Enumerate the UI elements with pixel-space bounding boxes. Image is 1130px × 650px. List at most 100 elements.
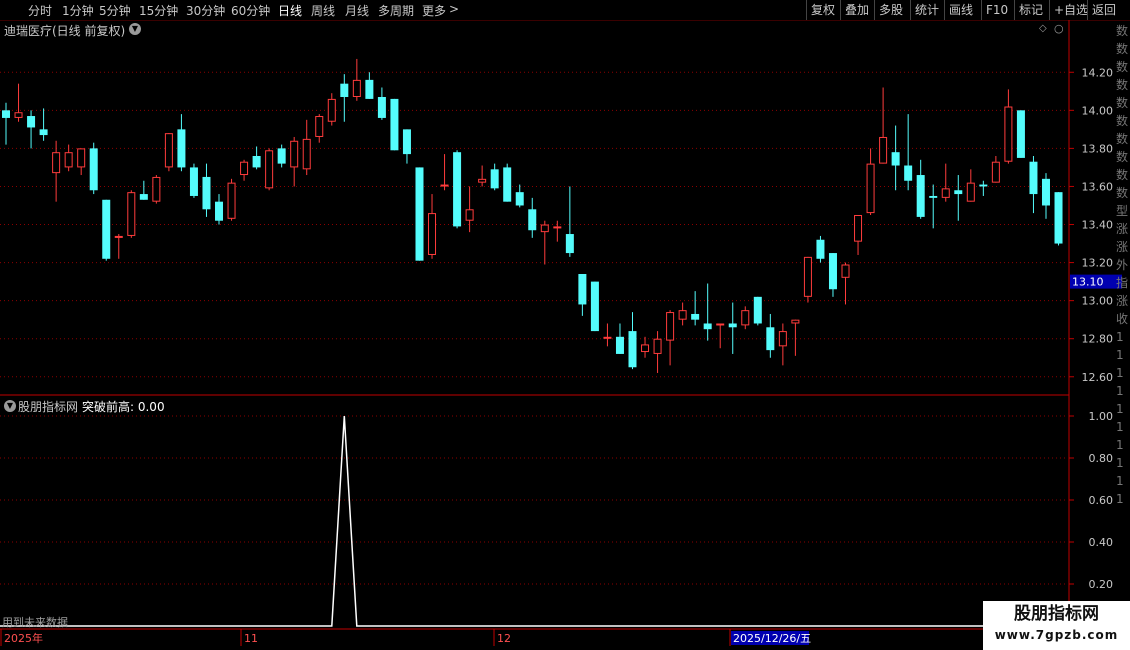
indicator-label: 突破前高: 0.00 xyxy=(82,400,165,414)
candle xyxy=(290,136,299,187)
main-grid xyxy=(0,71,1068,378)
candle-body xyxy=(1016,110,1025,158)
candle xyxy=(929,184,938,229)
candle-body xyxy=(891,152,900,166)
candle xyxy=(365,72,374,99)
candle-body xyxy=(365,79,374,99)
candle xyxy=(189,163,198,198)
side-panel-char: 涨 xyxy=(1116,294,1129,308)
timeframe-0[interactable]: 分时 xyxy=(28,2,52,19)
side-panel-char: 数 xyxy=(1116,78,1129,92)
candle-body xyxy=(327,98,336,122)
toolbar-button-3[interactable]: 统计 xyxy=(910,0,943,20)
candle xyxy=(227,178,236,221)
toolbar-button-1[interactable]: 叠加 xyxy=(840,0,873,20)
candle xyxy=(515,184,524,208)
side-panel-char: 数 xyxy=(1116,24,1129,38)
side-panel-digit: 1 xyxy=(1116,492,1124,506)
candle-body xyxy=(340,83,349,97)
candle-body xyxy=(1041,178,1050,206)
candle-body xyxy=(528,209,537,231)
indicator-name[interactable]: 股朋指标网 xyxy=(18,398,78,415)
candle-body xyxy=(1029,161,1038,195)
candle-body xyxy=(152,176,161,202)
candle xyxy=(778,323,787,366)
candle xyxy=(615,323,624,354)
side-panel-digit: 1 xyxy=(1116,402,1124,416)
candle-body xyxy=(302,138,311,170)
timeframe-5[interactable]: 60分钟 xyxy=(231,2,270,19)
candle xyxy=(641,336,650,358)
candle-body xyxy=(52,152,61,174)
date-label: 12 xyxy=(497,632,511,645)
toolbar-button-0[interactable]: 复权 xyxy=(806,0,839,20)
candle-body xyxy=(778,331,787,347)
indicator-tick-label: 0.60 xyxy=(1089,494,1114,507)
candle-body xyxy=(741,310,750,326)
candle xyxy=(240,159,249,181)
candle xyxy=(52,140,61,202)
candle-body xyxy=(816,239,825,259)
circle-icon[interactable]: ○ xyxy=(1054,22,1064,35)
diamond-icon[interactable]: ◇ xyxy=(1039,23,1047,34)
timeframe-1[interactable]: 1分钟 xyxy=(62,2,94,19)
candle-body xyxy=(402,129,411,155)
candle xyxy=(89,142,98,195)
candle-body xyxy=(189,167,198,196)
candle xyxy=(979,180,988,196)
side-panel-digit: 1 xyxy=(1116,438,1124,452)
candle-body xyxy=(252,156,261,168)
timeframe-2[interactable]: 5分钟 xyxy=(99,2,131,19)
toolbar-button-6[interactable]: 标记 xyxy=(1014,0,1047,20)
timeframe-9[interactable]: 多周期 xyxy=(378,2,414,19)
timeframe-3[interactable]: 15分钟 xyxy=(139,2,178,19)
side-panel-digit: 1 xyxy=(1116,456,1124,470)
toolbar-button-2[interactable]: 多股 xyxy=(874,0,907,20)
timeframe-8[interactable]: 月线 xyxy=(345,2,369,19)
timeframe-7[interactable]: 周线 xyxy=(311,2,335,19)
toolbar-button-7[interactable]: +自选 xyxy=(1049,0,1092,20)
toolbar-button-8[interactable]: 返回 xyxy=(1087,0,1120,20)
chevron-down-icon[interactable]: ▼ xyxy=(129,23,141,35)
date-label: 11 xyxy=(244,632,258,645)
candle xyxy=(453,150,462,229)
candle-body xyxy=(27,116,36,128)
timeframe-4[interactable]: 30分钟 xyxy=(186,2,225,19)
candle-body xyxy=(64,152,73,168)
candle-body xyxy=(127,192,136,236)
candle-body xyxy=(716,323,725,326)
candle xyxy=(753,296,762,326)
price-tick-label: 13.00 xyxy=(1082,295,1114,308)
candle-body xyxy=(929,195,938,198)
candle xyxy=(428,194,437,259)
candle xyxy=(716,323,725,349)
more-arrow-icon[interactable]: > xyxy=(449,2,459,16)
candle xyxy=(490,163,499,191)
candle xyxy=(390,98,399,151)
candle xyxy=(340,74,349,122)
side-panel-digit: 1 xyxy=(1116,348,1124,362)
indicator-series-line xyxy=(0,415,1068,627)
candle-body xyxy=(177,129,186,168)
candle xyxy=(1041,173,1050,219)
timeframe-6[interactable]: 日线 xyxy=(278,2,302,19)
date-label: 2025/12/26/五 xyxy=(733,632,811,645)
toolbar-button-5[interactable]: F10 xyxy=(981,0,1012,20)
candle xyxy=(941,163,950,202)
candle-body xyxy=(641,344,650,353)
candle xyxy=(966,169,975,202)
indicator-chevron-down-icon[interactable]: ▼ xyxy=(4,400,16,412)
toolbar-button-4[interactable]: 画线 xyxy=(944,0,977,20)
candle xyxy=(553,220,562,242)
candle-body xyxy=(465,209,474,221)
candle-body xyxy=(503,167,512,202)
candle xyxy=(653,331,662,373)
candle-body xyxy=(728,323,737,328)
side-panel-char: 数 xyxy=(1116,150,1129,164)
side-panel-char: 数 xyxy=(1116,114,1129,128)
candle-body xyxy=(565,234,574,254)
candle xyxy=(202,163,211,217)
timeframe-10[interactable]: 更多 xyxy=(422,2,446,19)
candle-body xyxy=(540,224,549,233)
candle-body xyxy=(215,201,224,221)
